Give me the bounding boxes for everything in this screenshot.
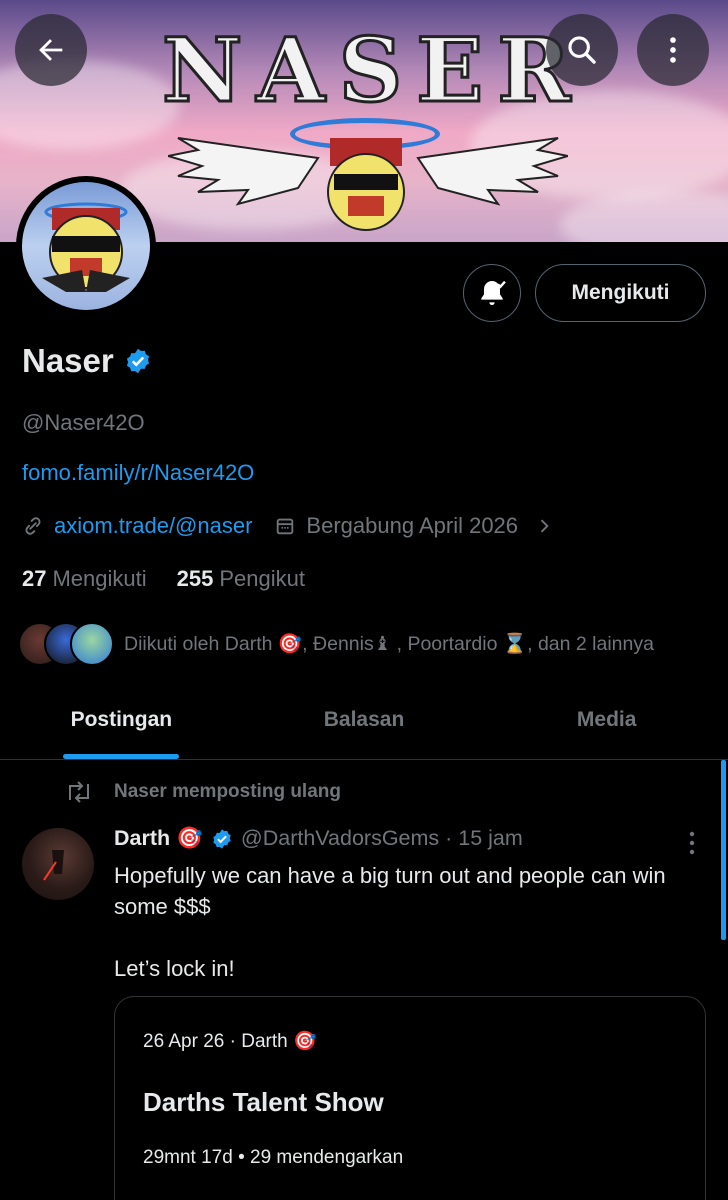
more-options-button[interactable] xyxy=(637,14,709,86)
back-button[interactable] xyxy=(15,14,87,86)
search-icon xyxy=(568,36,596,64)
post-more-button[interactable] xyxy=(682,828,702,863)
post-header: Darth 🎯 @DarthVadorsGems · 15 jam xyxy=(114,826,523,851)
followed-by-row[interactable]: Diikuti oleh Darth 🎯, Ðennis♝ , Poortard… xyxy=(18,622,654,666)
tab-media[interactable]: Media xyxy=(485,690,728,759)
repost-label: Naser memposting ulang xyxy=(114,781,341,802)
space-title: Darths Talent Show xyxy=(143,1087,384,1117)
more-vertical-icon xyxy=(689,831,695,855)
post-author-avatar[interactable] xyxy=(22,828,94,900)
post-author-handle[interactable]: @DarthVadorsGems · 15 jam xyxy=(241,826,523,851)
profile-tabs: Postingan Balasan Media xyxy=(0,690,728,760)
post-text: Hopefully we can have a big turn out and… xyxy=(114,863,666,981)
avatar-image xyxy=(22,182,150,310)
avatar-image xyxy=(43,850,64,881)
repost-icon xyxy=(69,781,89,803)
website-link[interactable]: axiom.trade/@naser xyxy=(54,513,252,539)
profile-meta-row: axiom.trade/@naser Bergabung April 2026 xyxy=(22,513,554,539)
link-icon xyxy=(25,517,41,535)
profile-name: Naser xyxy=(22,342,114,379)
profile-avatar[interactable] xyxy=(16,176,156,316)
tab-posts[interactable]: Postingan xyxy=(0,690,243,759)
verified-badge-icon[interactable] xyxy=(124,347,152,375)
profile-name-row: Naser xyxy=(22,342,152,380)
following-stat[interactable]: 27 Mengikuti xyxy=(22,566,147,592)
follower-avatar xyxy=(70,622,114,666)
bell-check-icon xyxy=(481,280,506,305)
search-button[interactable] xyxy=(546,14,618,86)
tab-replies[interactable]: Balasan xyxy=(243,690,486,759)
chevron-right-icon[interactable] xyxy=(534,516,554,536)
following-count: 27 xyxy=(22,566,47,591)
followed-by-text: Diikuti oleh Darth 🎯, Ðennis♝ , Poortard… xyxy=(124,633,654,655)
followers-label: Pengikut xyxy=(219,566,305,591)
repost-indicator: Naser memposting ulang xyxy=(64,780,341,804)
verified-badge-icon xyxy=(213,828,231,849)
more-vertical-icon xyxy=(670,37,676,63)
notifications-button[interactable] xyxy=(463,264,521,322)
calendar-icon xyxy=(277,518,294,535)
mascot-graphic xyxy=(327,138,405,231)
following-button[interactable]: Mengikuti xyxy=(535,264,706,322)
mascot-graphic xyxy=(42,202,130,292)
followers-count: 255 xyxy=(176,566,214,591)
post-author-name[interactable]: Darth 🎯 xyxy=(114,826,203,851)
arrow-left-icon xyxy=(39,39,63,61)
scrollbar[interactable] xyxy=(721,760,726,940)
joined-date: Bergabung April 2026 xyxy=(306,513,519,538)
space-card[interactable]: 26 Apr 26 · Darth 🎯 Darths Talent Show 2… xyxy=(114,996,706,1200)
banner-title: NASER xyxy=(161,17,585,124)
follow-stats: 27 Mengikuti 255 Pengikut xyxy=(22,566,305,592)
followers-stat[interactable]: 255 Pengikut xyxy=(177,566,305,592)
space-stats: 29mnt 17d • 29 mendengarkan xyxy=(143,1147,404,1168)
following-label: Mengikuti xyxy=(52,566,147,591)
bio-link[interactable]: fomo.family/r/Naser42O xyxy=(22,460,254,486)
profile-handle: @Naser42O xyxy=(22,410,145,435)
space-meta: 26 Apr 26 · Darth 🎯 xyxy=(143,1031,317,1052)
